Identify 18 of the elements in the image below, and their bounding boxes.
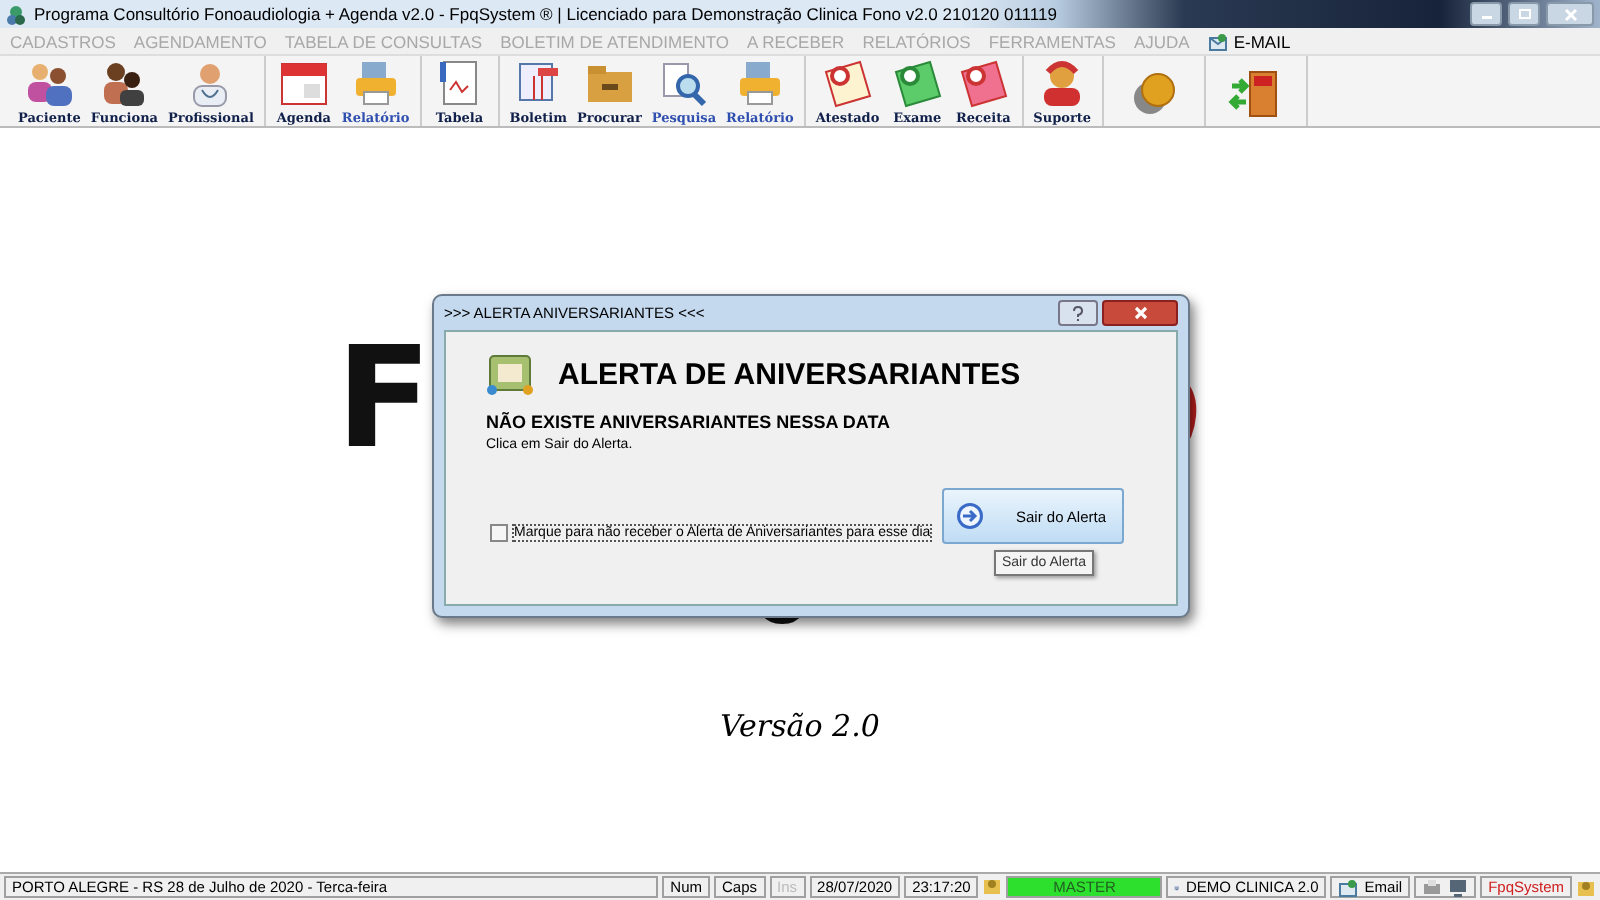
menu-item[interactable]: E-MAIL bbox=[1207, 31, 1291, 51]
calendar-icon bbox=[486, 352, 534, 396]
user-icon bbox=[1576, 877, 1596, 897]
message-text: NÃO EXISTE ANIVERSARIANTES NESSA DATA bbox=[486, 412, 893, 432]
arrow-icon bbox=[956, 502, 984, 530]
logo-text: F bbox=[336, 328, 432, 468]
help-icon[interactable] bbox=[1058, 300, 1098, 326]
monitor-icon bbox=[1448, 877, 1469, 897]
window-title: Programa Consultório Fonoaudiologia + Agenda v2.0 - FpqSystem ® | Licenciado para Demonstração Clinica Fono v2.0 210120 011119 bbox=[34, 4, 1059, 24]
minimize-icon[interactable] bbox=[1470, 2, 1502, 26]
mail-icon bbox=[1338, 877, 1359, 897]
restore-icon[interactable] bbox=[1508, 2, 1540, 26]
dialog-heading: ALERTA DE ANIVERSARIANTES bbox=[558, 357, 1021, 391]
version-label: Versão 2.0 bbox=[718, 708, 882, 744]
mail-icon bbox=[1207, 31, 1228, 51]
close-icon[interactable] bbox=[1102, 300, 1178, 326]
app-icon bbox=[6, 3, 26, 25]
user-icon bbox=[982, 876, 1003, 896]
